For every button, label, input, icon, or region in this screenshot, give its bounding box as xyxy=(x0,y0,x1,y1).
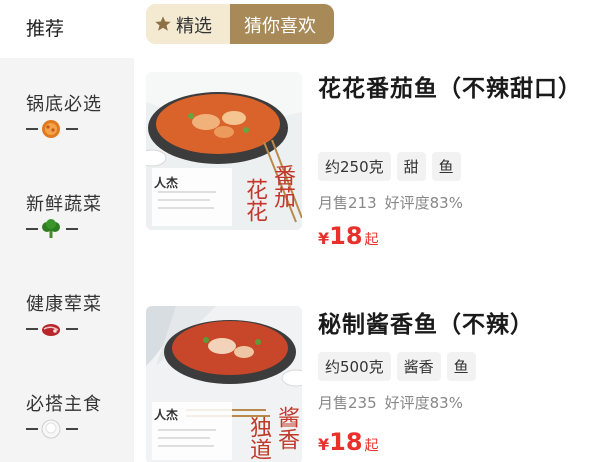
product-title[interactable]: 秘制酱香鱼（不辣） xyxy=(318,308,588,342)
tab-featured-label: 精选 xyxy=(176,16,212,37)
thumb-title-2: 酱香 xyxy=(274,406,299,450)
monthly-sales: 月售213 xyxy=(318,194,377,212)
rice-icon xyxy=(41,419,61,439)
price-value: 18 xyxy=(329,222,363,250)
tab-guess-you-like-label: 猜你喜欢 xyxy=(244,16,316,37)
price-suffix: 起 xyxy=(364,438,379,454)
category-sidebar: 推荐 锅底必选 新鲜蔬菜 健康荤菜 必搭主食 xyxy=(0,0,134,462)
product-price: ¥18 起 xyxy=(318,428,379,456)
product-card[interactable]: 人杰 花花 番茄 花花番茄鱼（不辣甜口） 约250克 甜 鱼 月售213 好评度8… xyxy=(146,72,598,250)
sidebar-item-hotpot-base[interactable]: 锅底必选 xyxy=(0,90,134,170)
sidebar-item-staples[interactable]: 必搭主食 xyxy=(0,390,134,462)
price-value: 18 xyxy=(329,428,363,456)
product-tag: 约250克 xyxy=(318,152,391,181)
product-tags: 约250克 甜 鱼 xyxy=(318,152,461,181)
sidebar-item-meat[interactable]: 健康荤菜 xyxy=(0,290,134,370)
product-tag: 鱼 xyxy=(446,352,476,381)
hotpot-icon xyxy=(42,120,60,138)
thumb-brand: 人杰 xyxy=(154,408,179,422)
product-tags: 约500克 酱香 鱼 xyxy=(318,352,476,381)
tab-featured[interactable]: 精选 xyxy=(146,4,230,44)
product-image[interactable]: 人杰 独道 酱香 xyxy=(146,306,302,462)
sidebar-item-label: 锅底必选 xyxy=(26,94,102,115)
thumb-title-2: 番茄 xyxy=(270,164,295,208)
product-image[interactable]: 人杰 花花 番茄 xyxy=(146,72,302,230)
product-meta: 月售235 好评度83% xyxy=(318,392,463,413)
thumb-brand: 人杰 xyxy=(154,176,179,190)
product-title[interactable]: 花花番茄鱼（不辣甜口） xyxy=(318,72,588,106)
rating: 好评度83% xyxy=(384,194,463,212)
price-suffix: 起 xyxy=(364,232,379,248)
sidebar-item-label: 健康荤菜 xyxy=(26,294,102,315)
product-card[interactable]: 人杰 独道 酱香 秘制酱香鱼（不辣） 约500克 酱香 鱼 月售235 好评度83… xyxy=(146,306,598,462)
monthly-sales: 月售235 xyxy=(318,394,377,412)
sidebar-item-label: 必搭主食 xyxy=(26,394,102,415)
broccoli-icon xyxy=(42,219,60,238)
product-meta: 月售213 好评度83% xyxy=(318,192,463,213)
currency-symbol: ¥ xyxy=(318,229,330,248)
sidebar-recommend-item[interactable]: 推荐 xyxy=(0,0,134,58)
currency-symbol: ¥ xyxy=(318,435,330,454)
product-tag: 酱香 xyxy=(396,352,441,381)
product-price: ¥18 起 xyxy=(318,222,379,250)
sidebar-item-vegetables[interactable]: 新鲜蔬菜 xyxy=(0,190,134,270)
sidebar-list: 锅底必选 新鲜蔬菜 健康荤菜 必搭主食 xyxy=(0,58,134,462)
tab-guess-you-like[interactable]: 猜你喜欢 xyxy=(230,4,334,44)
rating: 好评度83% xyxy=(384,394,463,412)
steak-icon xyxy=(42,324,60,336)
product-tag: 甜 xyxy=(396,152,426,181)
product-tag: 约500克 xyxy=(318,352,391,381)
sidebar-recommend-label: 推荐 xyxy=(26,18,65,40)
product-tag: 鱼 xyxy=(431,152,461,181)
star-icon xyxy=(155,16,171,31)
tab-bar: 精选 猜你喜欢 xyxy=(146,4,334,44)
sidebar-item-label: 新鲜蔬菜 xyxy=(26,194,102,215)
